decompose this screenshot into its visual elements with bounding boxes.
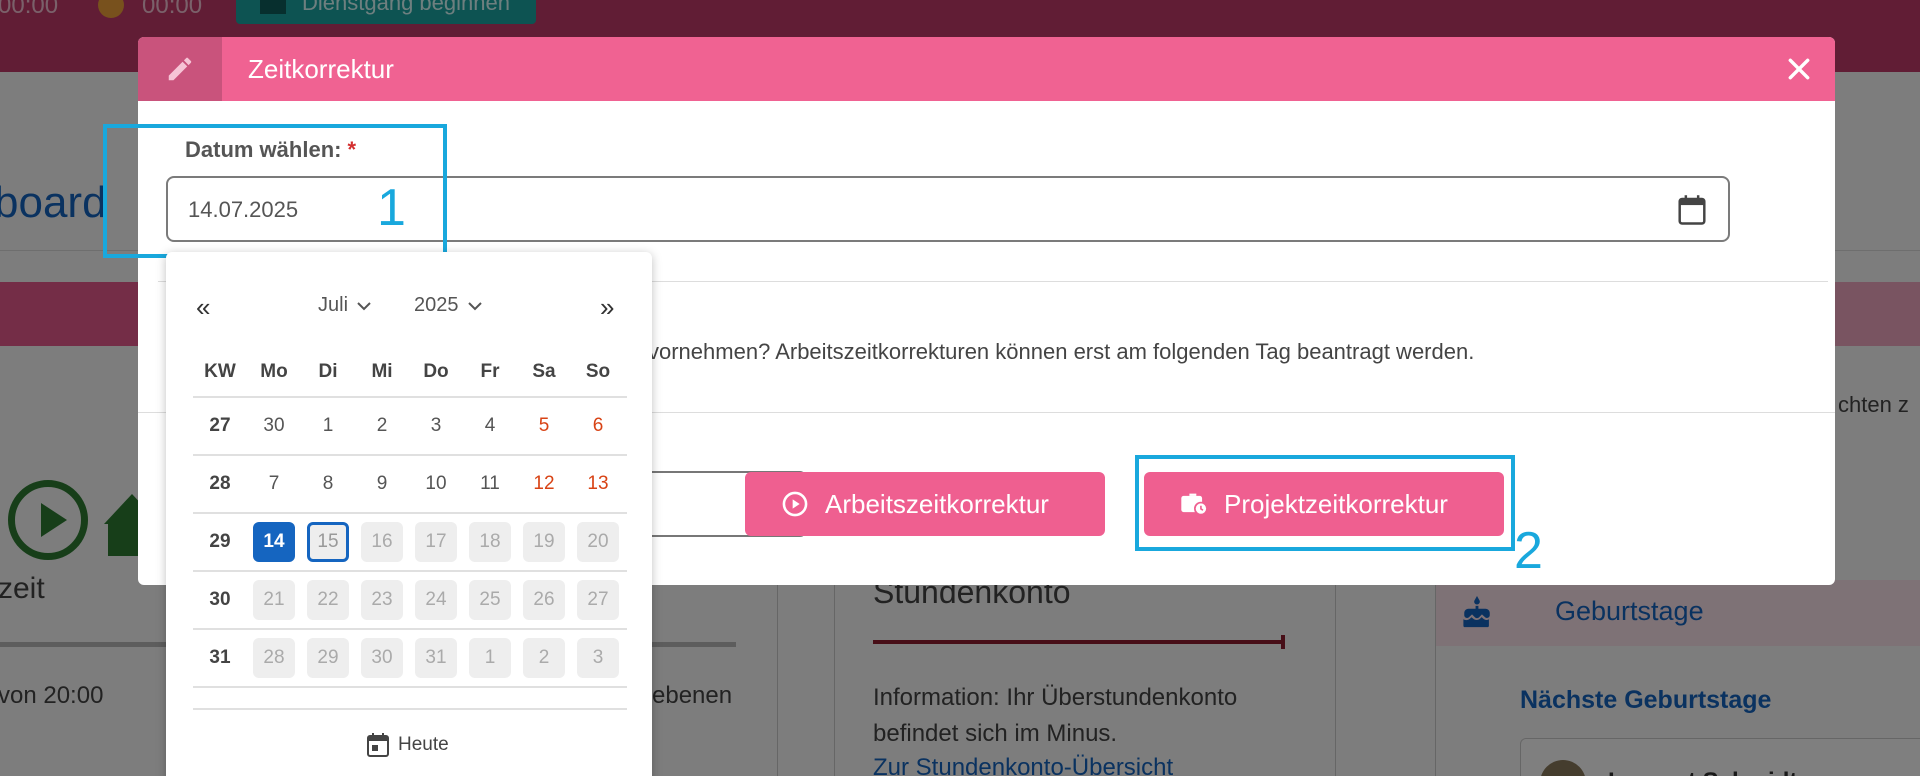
calendar-day[interactable]: 9 <box>361 464 403 504</box>
week-number: 28 <box>209 473 231 494</box>
arbeitszeitkorrektur-button[interactable]: Arbeitszeitkorrektur <box>745 472 1105 536</box>
calendar-grid: KW Mo Di Mi Do Fr Sa So 27 30 1 2 3 4 5 6 28 7 8 9 10 11 12 13… <box>193 348 627 688</box>
weekday-header: Fr <box>480 361 500 382</box>
calendar-day: 24 <box>415 580 457 620</box>
weekday-header: So <box>585 361 611 382</box>
arbeitszeitkorrektur-label: Arbeitszeitkorrektur <box>825 488 1049 519</box>
calendar-day[interactable]: 4 <box>469 406 511 446</box>
year-select[interactable]: 2025 <box>414 294 483 317</box>
pencil-icon-box <box>138 37 222 101</box>
calendar-day-selected[interactable]: 15 <box>307 522 349 562</box>
calendar-day: 28 <box>253 638 295 678</box>
calendar-day: 16 <box>361 522 403 562</box>
calendar-week-row: 29 14 15 16 17 18 19 20 <box>193 514 627 572</box>
calendar-day: 2 <box>523 638 565 678</box>
calendar-day: 29 <box>307 638 349 678</box>
calendar-day: 27 <box>577 580 619 620</box>
pencil-icon <box>168 57 192 81</box>
calendar-day: 22 <box>307 580 349 620</box>
calendar-week-row: 27 30 1 2 3 4 5 6 <box>193 398 627 456</box>
calendar-day[interactable]: 8 <box>307 464 349 504</box>
weekday-header: Do <box>423 361 449 382</box>
month-select[interactable]: Juli <box>318 294 372 317</box>
calendar-day[interactable]: 1 <box>307 406 349 446</box>
calendar-day: 20 <box>577 522 619 562</box>
modal-header: Zeitkorrektur <box>138 37 1835 101</box>
close-button[interactable] <box>1781 51 1817 87</box>
week-number: 31 <box>209 647 231 668</box>
play-circle-icon <box>765 490 825 518</box>
calendar-day: 25 <box>469 580 511 620</box>
today-button-label: Heute <box>398 734 449 755</box>
calendar-body: 27 30 1 2 3 4 5 6 28 7 8 9 10 11 12 13 29 14 15 16 17 18 19 20 3… <box>193 398 627 688</box>
modal-title: Zeitkorrektur <box>248 54 394 84</box>
calendar-button[interactable] <box>1674 192 1710 228</box>
prev-month-button[interactable]: « <box>196 292 210 323</box>
today-button[interactable]: Heute <box>366 732 449 758</box>
calendar-day-today[interactable]: 14 <box>253 522 295 562</box>
question-text: vornehmen? Arbeitszeitkorrekturen können… <box>648 339 1475 364</box>
calendar-day[interactable]: 3 <box>415 406 457 446</box>
week-number: 29 <box>209 531 231 552</box>
calendar-week-row: 30 21 22 23 24 25 26 27 <box>193 572 627 630</box>
calendar-day[interactable]: 12 <box>523 464 565 504</box>
next-month-button[interactable]: » <box>600 292 614 323</box>
calendar-day: 17 <box>415 522 457 562</box>
calendar-day[interactable]: 5 <box>523 406 565 446</box>
calendar-day: 30 <box>361 638 403 678</box>
annotation-label-2: 2 <box>1514 522 1543 580</box>
calendar-day[interactable]: 30 <box>253 406 295 446</box>
calendar-day: 23 <box>361 580 403 620</box>
calendar-day: 18 <box>469 522 511 562</box>
chevron-down-icon <box>357 301 371 310</box>
calendar-day[interactable]: 11 <box>469 464 511 504</box>
week-number: 27 <box>209 415 231 436</box>
calendar-day: 19 <box>523 522 565 562</box>
calendar-day: 1 <box>469 638 511 678</box>
calendar-day: 21 <box>253 580 295 620</box>
weekday-header: Sa <box>532 361 556 382</box>
annotation-box-2 <box>1135 455 1515 551</box>
calendar-day[interactable]: 7 <box>253 464 295 504</box>
calendar-week-row: 28 7 8 9 10 11 12 13 <box>193 456 627 514</box>
week-number: 30 <box>209 589 231 610</box>
close-icon <box>1788 58 1810 80</box>
calendar-day[interactable]: 13 <box>577 464 619 504</box>
weekday-header: Di <box>318 361 338 382</box>
week-number-header: KW <box>204 361 236 382</box>
chevron-down-icon <box>467 301 482 310</box>
calendar-day: 31 <box>415 638 457 678</box>
calendar-day[interactable]: 10 <box>415 464 457 504</box>
calendar-day: 3 <box>577 638 619 678</box>
weekday-header: Mi <box>371 361 393 382</box>
calendar-day[interactable]: 2 <box>361 406 403 446</box>
calendar-today-icon <box>367 733 389 757</box>
month-select-value: Juli <box>318 294 349 316</box>
calendar-icon <box>1678 195 1706 225</box>
annotation-label-1: 1 <box>377 179 406 237</box>
weekday-header: Mo <box>260 361 288 382</box>
date-picker: « Juli 2025 » KW Mo Di Mi Do Fr Sa So 27 30 1 2 3 4 5… <box>166 252 652 776</box>
divider <box>193 708 627 710</box>
year-select-value: 2025 <box>414 294 459 316</box>
calendar-day[interactable]: 6 <box>577 406 619 446</box>
calendar-day: 26 <box>523 580 565 620</box>
calendar-week-row: 31 28 29 30 31 1 2 3 <box>193 630 627 688</box>
calendar-header-row: KW Mo Di Mi Do Fr Sa So <box>193 348 627 398</box>
